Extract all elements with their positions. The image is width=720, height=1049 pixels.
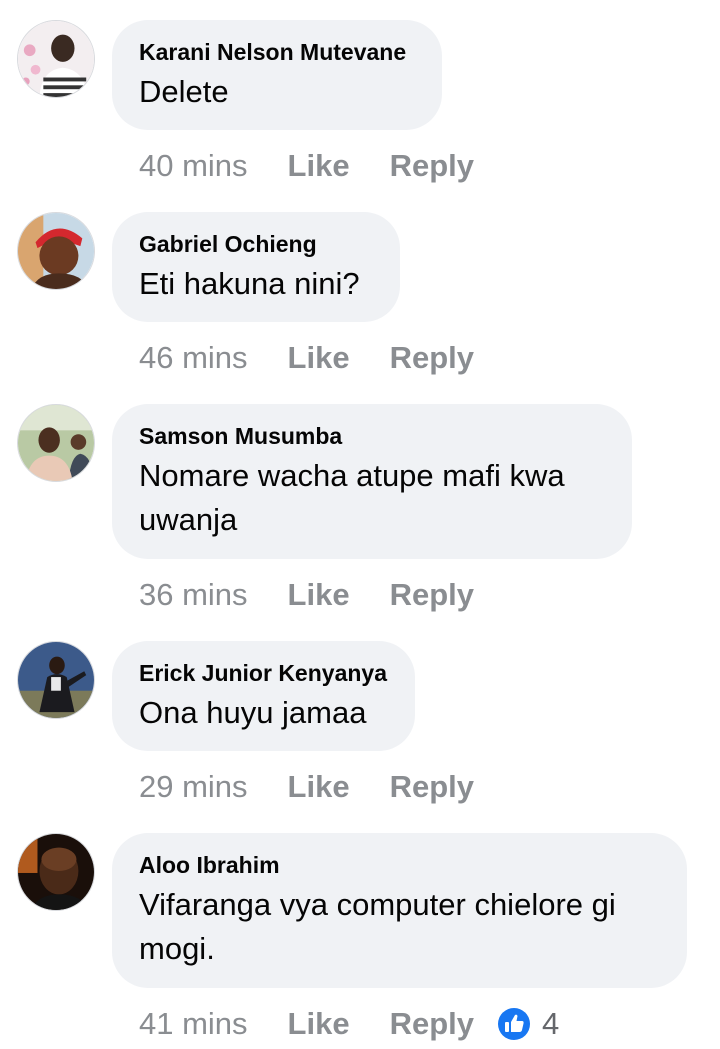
comment-author[interactable]: Aloo Ibrahim bbox=[139, 851, 659, 879]
comment-bubble[interactable]: Erick Junior Kenyanya Ona huyu jamaa bbox=[112, 641, 415, 751]
comment-actions: 40 mins Like Reply bbox=[139, 146, 474, 186]
like-button[interactable]: Like bbox=[288, 769, 350, 805]
comment-text: Nomare wacha atupe mafi kwa uwanja bbox=[139, 458, 565, 537]
comment-actions: 41 mins Like Reply 4 bbox=[139, 1004, 559, 1044]
avatar-image bbox=[18, 213, 94, 289]
comment-text: Vifaranga vya computer chielore gi mogi. bbox=[139, 887, 616, 966]
avatar-image bbox=[18, 834, 94, 910]
avatar[interactable] bbox=[17, 404, 95, 482]
comment-timestamp[interactable]: 36 mins bbox=[139, 577, 248, 613]
like-button[interactable]: Like bbox=[288, 577, 350, 613]
avatar-image bbox=[18, 642, 94, 718]
reply-button[interactable]: Reply bbox=[390, 577, 474, 613]
avatar-image bbox=[18, 21, 94, 97]
comment-text: Eti hakuna nini? bbox=[139, 266, 360, 301]
comment-bubble[interactable]: Gabriel Ochieng Eti hakuna nini? bbox=[112, 212, 400, 322]
comment-bubble[interactable]: Samson Musumba Nomare wacha atupe mafi k… bbox=[112, 404, 632, 559]
comment-author[interactable]: Karani Nelson Mutevane bbox=[139, 38, 414, 66]
comment-timestamp[interactable]: 41 mins bbox=[139, 1006, 248, 1042]
comment-actions: 29 mins Like Reply bbox=[139, 767, 474, 807]
comment-timestamp[interactable]: 40 mins bbox=[139, 148, 248, 184]
comment-bubble[interactable]: Karani Nelson Mutevane Delete bbox=[112, 20, 442, 130]
avatar[interactable] bbox=[17, 833, 95, 911]
comment-timestamp[interactable]: 46 mins bbox=[139, 340, 248, 376]
like-button[interactable]: Like bbox=[288, 340, 350, 376]
reply-button[interactable]: Reply bbox=[390, 148, 474, 184]
reply-button[interactable]: Reply bbox=[390, 1006, 474, 1042]
like-button[interactable]: Like bbox=[288, 1006, 350, 1042]
reply-button[interactable]: Reply bbox=[390, 769, 474, 805]
comment-text: Ona huyu jamaa bbox=[139, 695, 367, 730]
comment-bubble[interactable]: Aloo Ibrahim Vifaranga vya computer chie… bbox=[112, 833, 687, 988]
comment-actions: 46 mins Like Reply bbox=[139, 338, 474, 378]
comment-actions: 36 mins Like Reply bbox=[139, 575, 474, 615]
reaction-summary[interactable]: 4 bbox=[498, 1006, 559, 1042]
reply-button[interactable]: Reply bbox=[390, 340, 474, 376]
avatar[interactable] bbox=[17, 641, 95, 719]
avatar[interactable] bbox=[17, 212, 95, 290]
avatar-image bbox=[18, 405, 94, 481]
comment-author[interactable]: Gabriel Ochieng bbox=[139, 230, 372, 258]
avatar[interactable] bbox=[17, 20, 95, 98]
comment-timestamp[interactable]: 29 mins bbox=[139, 769, 248, 805]
comment-text: Delete bbox=[139, 74, 229, 109]
reaction-count: 4 bbox=[542, 1006, 560, 1041]
comment-author[interactable]: Erick Junior Kenyanya bbox=[139, 659, 387, 687]
comment-author[interactable]: Samson Musumba bbox=[139, 422, 604, 450]
like-button[interactable]: Like bbox=[288, 148, 350, 184]
like-thumb-icon bbox=[498, 1008, 530, 1040]
